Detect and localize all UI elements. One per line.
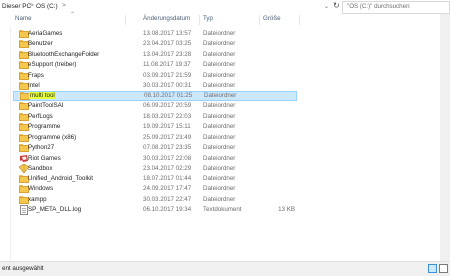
file-name: Intel — [28, 82, 40, 89]
file-date: 06.10.2017 19:34 — [143, 206, 192, 213]
file-name: Riot Games — [28, 155, 61, 162]
file-type: Dateiordner — [203, 196, 236, 203]
file-date: 30.03.2017 22:08 — [143, 155, 192, 162]
file-name: AeriaGames — [28, 30, 63, 37]
file-name: Programme (x86) — [28, 134, 77, 141]
file-name: eSupport (treiber) — [28, 61, 77, 68]
file-name: Fraps — [28, 72, 44, 79]
status-text: ent ausgewählt — [2, 265, 44, 272]
file-date: 11.08.2017 19:37 — [143, 61, 191, 68]
file-date: 07.08.2017 23:35 — [143, 144, 192, 151]
file-row[interactable]: PaintToolSAI 06.09.2017 20:59 Dateiordne… — [13, 101, 297, 111]
file-type: Dateiordner — [203, 155, 236, 162]
file-date: 18.03.2017 22:03 — [143, 113, 192, 120]
file-row[interactable]: Fraps 03.09.2017 21:59 Dateiordner — [13, 71, 297, 81]
file-type: Dateiordner — [203, 61, 236, 68]
text-file-icon — [20, 205, 28, 215]
large-icons-view-button[interactable] — [439, 264, 448, 273]
file-date: 30.03.2017 22:47 — [143, 196, 192, 203]
navigation-pane[interactable] — [0, 14, 11, 261]
file-type: Textdokument — [203, 206, 242, 213]
column-header-date[interactable]: Änderungsdatum — [140, 15, 200, 25]
file-type: Dateiordner — [203, 144, 236, 151]
file-name: PerfLogs — [28, 113, 53, 120]
file-date: 08.10.2017 01:25 — [144, 92, 193, 99]
file-type: Dateiordner — [203, 113, 236, 120]
column-header-type[interactable]: Typ — [200, 15, 260, 25]
file-row[interactable]: Intel 30.03.2017 00:31 Dateiordner — [13, 81, 297, 91]
file-row[interactable]: Python27 07.08.2017 23:35 Dateiordner — [13, 143, 297, 153]
file-date: 13.04.2017 23:28 — [143, 51, 192, 58]
file-date: 18.07.2017 01:44 — [143, 175, 192, 182]
breadcrumb-separator-icon[interactable]: > — [30, 2, 34, 9]
details-view-button[interactable] — [428, 264, 437, 273]
column-header-row: ⌃ Name Änderungsdatum Typ Größe — [10, 12, 440, 26]
file-date: 13.08.2017 13:57 — [143, 30, 192, 37]
file-row[interactable]: Windows 24.09.2017 17:47 Dateiordner — [13, 184, 297, 194]
file-row[interactable]: Programme (x86) 25.09.2017 23:49 Dateior… — [13, 133, 297, 143]
file-row-selected[interactable]: multi tool 08.10.2017 01:25 Dateiordner — [13, 91, 297, 101]
file-type: Dateiordner — [203, 82, 236, 89]
file-type: Dateiordner — [203, 51, 236, 58]
file-row[interactable]: Benutzer 23.04.2017 03:25 Dateiordner — [13, 39, 297, 49]
file-name: SP_META_DLL.log — [28, 206, 82, 213]
file-row[interactable]: Riot Games 30.03.2017 22:08 Dateiordner — [13, 154, 297, 164]
file-name: PaintToolSAI — [28, 102, 64, 109]
refresh-icon[interactable]: ↻ — [333, 1, 340, 10]
file-name: Sandbox — [28, 165, 53, 172]
file-type: Dateiordner — [203, 185, 236, 192]
breadcrumb-drive[interactable]: OS (C:) — [36, 3, 58, 10]
file-name: Windows — [28, 185, 54, 192]
column-header-name[interactable]: Name — [12, 15, 126, 25]
file-date: 03.09.2017 21:59 — [143, 72, 192, 79]
file-name: Benutzer — [28, 40, 53, 47]
file-type: Dateiordner — [203, 165, 236, 172]
file-type: Dateiordner — [203, 40, 236, 47]
file-row[interactable]: BluetoothExchangeFolder 13.04.2017 23:28… — [13, 50, 297, 60]
breadcrumb-this-pc[interactable]: Dieser PC — [2, 3, 31, 10]
file-size: 13 KB — [278, 206, 295, 213]
file-type: Dateiordner — [203, 102, 236, 109]
file-date: 23.04.2017 02:29 — [143, 165, 192, 172]
file-name: Programme — [28, 123, 61, 130]
file-row[interactable]: Programme 19.09.2017 15:11 Dateiordner — [13, 122, 297, 132]
file-row[interactable]: eSupport (treiber) 11.08.2017 19:37 Date… — [13, 60, 297, 70]
file-date: 24.09.2017 17:47 — [143, 185, 192, 192]
file-type: Dateiordner — [203, 175, 236, 182]
file-name: BluetoothExchangeFolder — [28, 51, 100, 58]
breadcrumb-separator-icon[interactable]: > — [62, 2, 66, 9]
vertical-scrollbar[interactable] — [440, 14, 450, 261]
status-bar: ent ausgewählt — [0, 261, 450, 276]
file-type: Dateiordner — [203, 72, 236, 79]
file-type: Dateiordner — [203, 123, 236, 130]
file-date: 19.09.2017 15:11 — [143, 123, 191, 130]
file-date: 30.03.2017 00:31 — [143, 82, 192, 89]
file-type: Dateiordner — [203, 30, 236, 37]
file-row[interactable]: Sandbox 23.04.2017 02:29 Dateiordner — [13, 164, 297, 174]
file-date: 25.09.2017 23:49 — [143, 134, 192, 141]
search-input[interactable]: "OS (C:)" durchsuchen — [342, 1, 450, 14]
file-row[interactable]: SP_META_DLL.log 06.10.2017 19:34 Textdok… — [13, 205, 297, 215]
file-type: Dateiordner — [204, 92, 237, 99]
file-name: multi tool — [29, 92, 56, 99]
file-name: Python27 — [28, 144, 55, 151]
file-row[interactable]: AeriaGames 13.08.2017 13:57 Dateiordner — [13, 29, 297, 39]
column-header-size[interactable]: Größe — [260, 15, 300, 25]
address-dropdown-icon[interactable]: ⌄ — [324, 3, 329, 10]
file-row[interactable]: xampp 30.03.2017 22:47 Dateiordner — [13, 195, 297, 205]
file-name: Unified_Android_Toolkit — [28, 175, 94, 182]
file-name: xampp — [28, 196, 47, 203]
file-date: 06.09.2017 20:59 — [143, 102, 192, 109]
file-row[interactable]: Unified_Android_Toolkit 18.07.2017 01:44… — [13, 174, 297, 184]
search-placeholder: "OS (C:)" durchsuchen — [347, 3, 410, 10]
file-row[interactable]: PerfLogs 18.03.2017 22:03 Dateiordner — [13, 112, 297, 122]
file-type: Dateiordner — [203, 134, 236, 141]
file-date: 23.04.2017 03:25 — [143, 40, 192, 47]
address-bar[interactable]: Dieser PC > OS (C:) > ⌄ ↻ "OS (C:)" durc… — [0, 0, 450, 15]
